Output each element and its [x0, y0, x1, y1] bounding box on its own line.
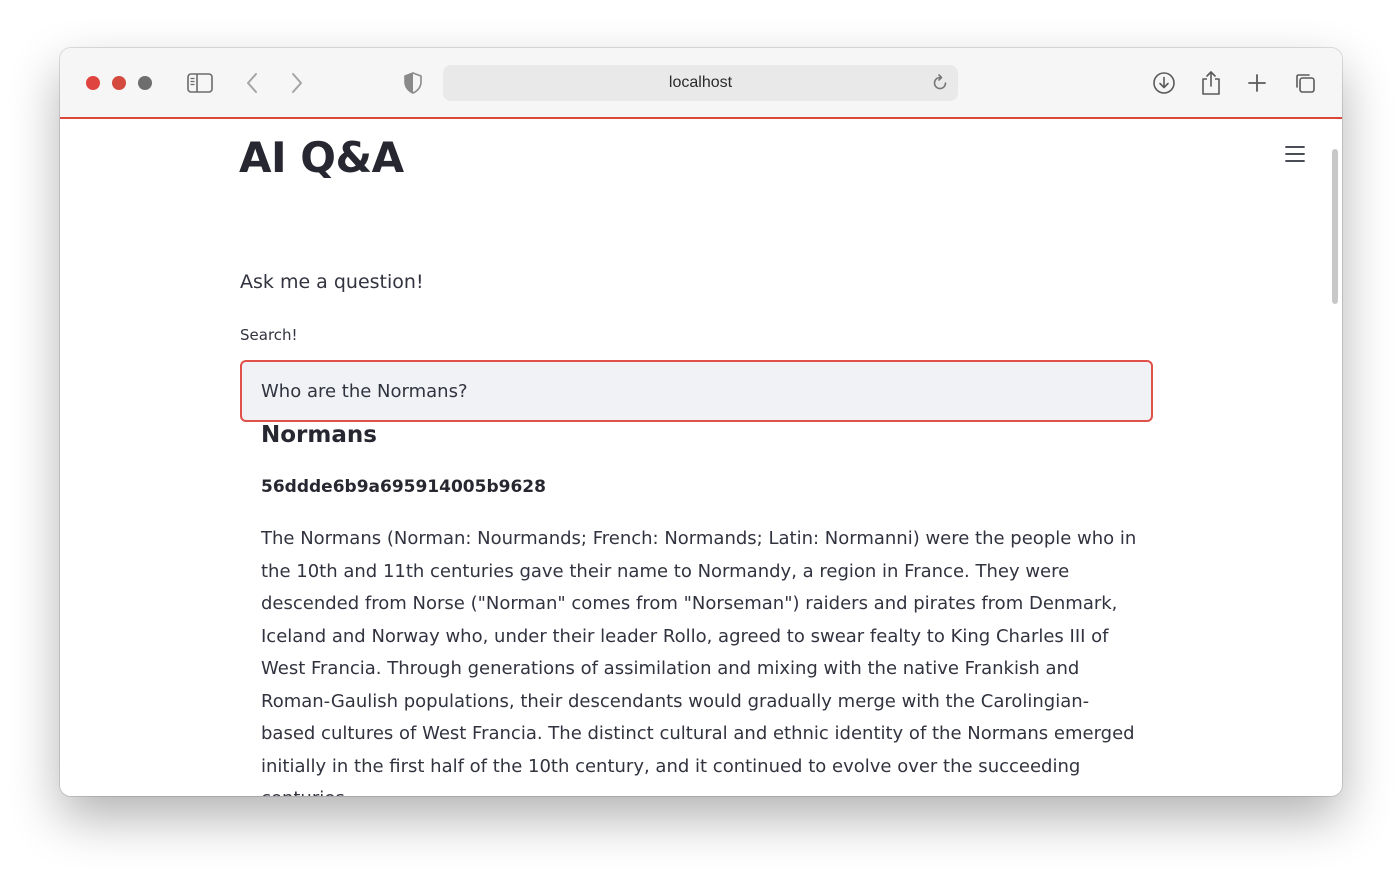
result-passage: The Normans (Norman: Nourmands; French: …: [261, 528, 1137, 796]
address-bar[interactable]: localhost: [443, 65, 958, 101]
download-icon[interactable]: [1149, 68, 1179, 98]
minimize-dot-icon[interactable]: [112, 76, 126, 90]
chevron-right-icon[interactable]: [282, 68, 312, 98]
intro-text: Ask me a question!: [240, 271, 424, 293]
chevron-left-icon[interactable]: [237, 68, 267, 98]
shield-icon[interactable]: [398, 68, 428, 98]
zoom-dot-icon[interactable]: [138, 76, 152, 90]
search-label: Search!: [240, 326, 298, 344]
result-title: Normans: [261, 422, 377, 448]
plus-icon[interactable]: [1242, 68, 1272, 98]
search-input[interactable]: [240, 360, 1153, 422]
browser-toolbar: localhost: [60, 48, 1342, 118]
browser-window: localhost AI Q&A Ask me a question! Sear…: [60, 48, 1342, 796]
reload-icon[interactable]: [930, 73, 950, 93]
result-id: 56ddde6b9a695914005b9628: [261, 477, 546, 497]
page-content: AI Q&A Ask me a question! Search! Norman…: [60, 119, 1342, 796]
tabs-overview-icon[interactable]: [1290, 68, 1320, 98]
scrollbar[interactable]: [1332, 149, 1338, 304]
close-dot-icon[interactable]: [86, 76, 100, 90]
hamburger-menu-icon[interactable]: [1282, 141, 1308, 167]
sidebar-toggle-icon[interactable]: [185, 68, 215, 98]
share-icon[interactable]: [1196, 68, 1226, 98]
address-bar-url: localhost: [668, 74, 733, 91]
page-title: AI Q&A: [239, 133, 404, 182]
